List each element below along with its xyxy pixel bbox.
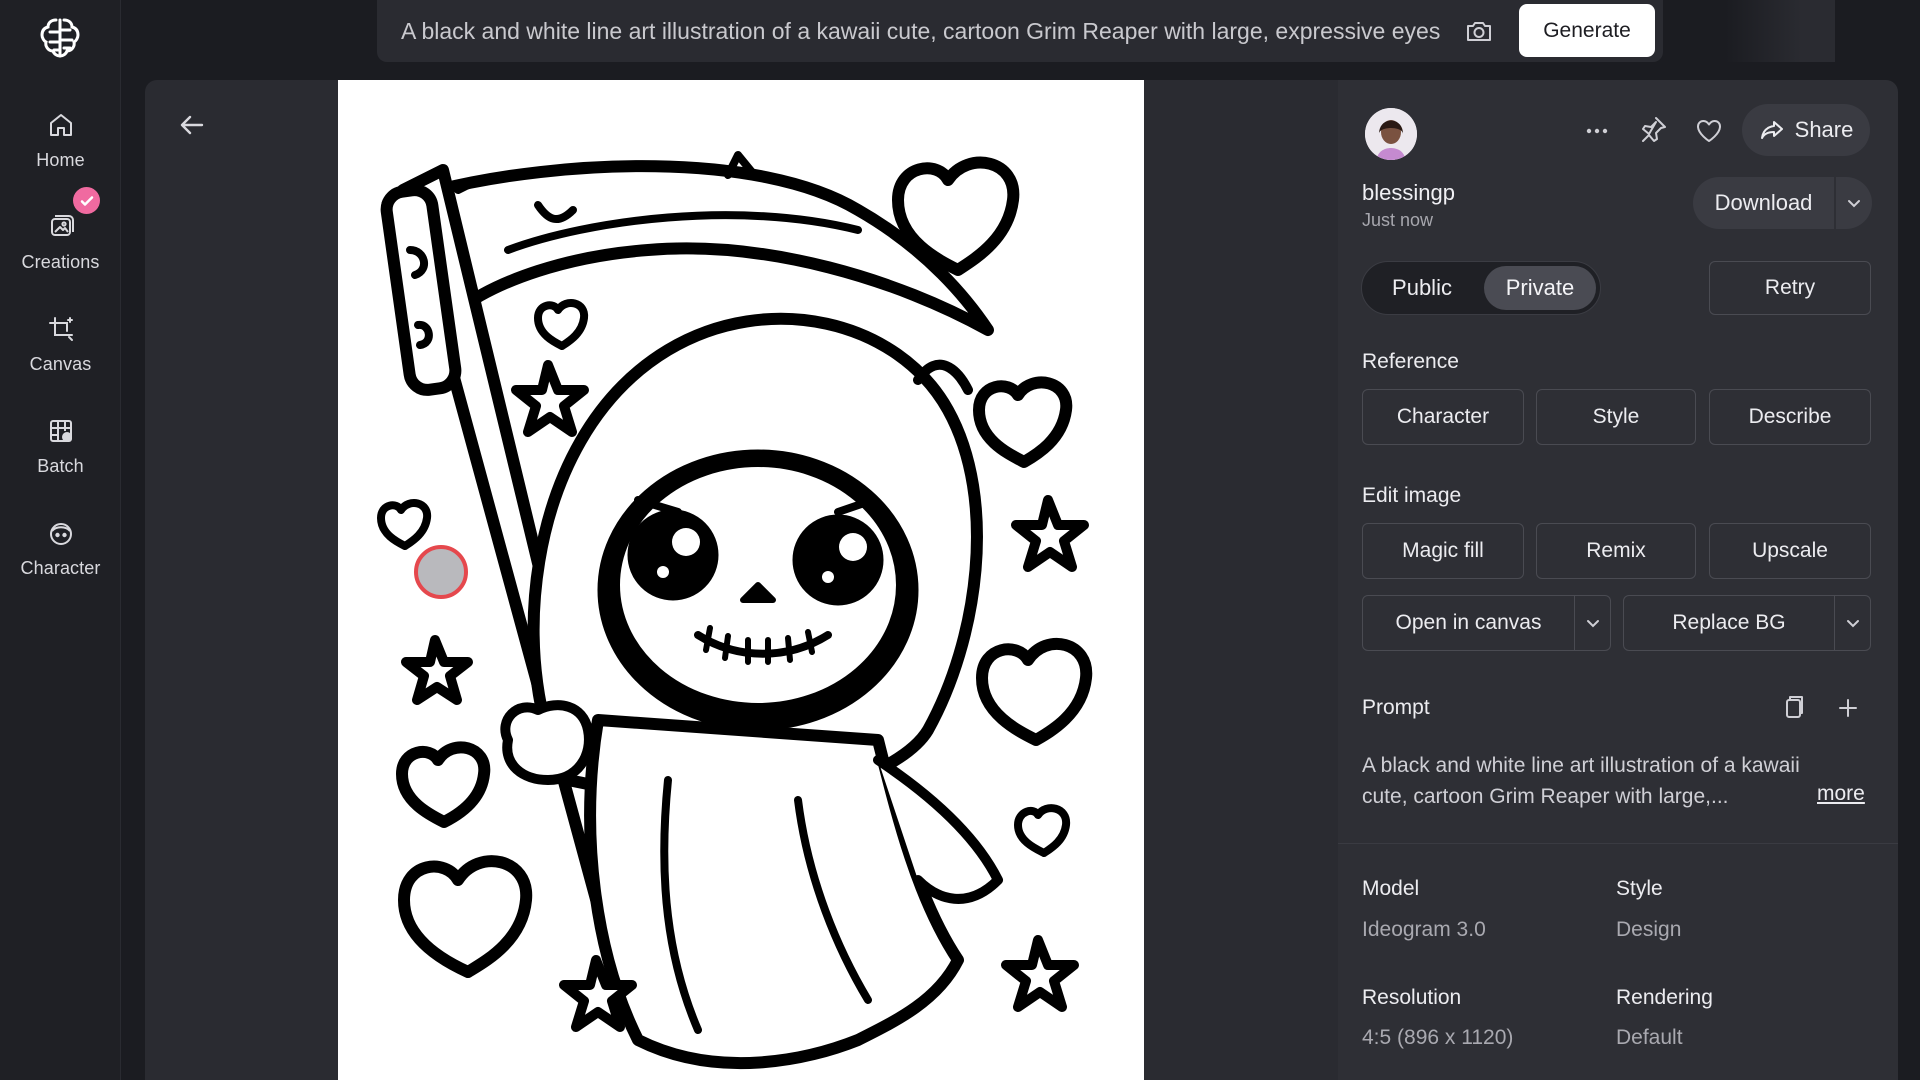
face-icon xyxy=(49,523,72,545)
user-avatar-image xyxy=(1365,108,1417,160)
prompt-section-title: Prompt xyxy=(1362,696,1430,719)
resolution-value: 4:5 (896 x 1120) xyxy=(1362,1026,1514,1049)
rendering-label: Rendering xyxy=(1616,986,1713,1009)
reference-character-button[interactable]: Character xyxy=(1362,389,1524,445)
avatar[interactable] xyxy=(1365,108,1417,160)
retry-button[interactable]: Retry xyxy=(1709,261,1871,315)
timestamp: Just now xyxy=(1362,210,1434,230)
camera-icon[interactable] xyxy=(1464,16,1494,46)
reference-section-title: Reference xyxy=(1362,350,1459,373)
pin-icon[interactable] xyxy=(1636,113,1670,147)
open-in-canvas-button[interactable]: Open in canvas xyxy=(1362,595,1575,651)
copy-icon[interactable] xyxy=(1776,691,1810,725)
sidebar-item-creations[interactable]: Creations xyxy=(0,206,121,292)
divider xyxy=(1338,843,1898,844)
visibility-toggle: Public Private xyxy=(1361,261,1601,315)
rendering-value: Default xyxy=(1616,1026,1683,1049)
prompt-more-link[interactable]: more xyxy=(1817,782,1865,806)
creations-badge xyxy=(73,187,100,214)
image-stack-icon xyxy=(50,215,74,236)
visibility-private-option[interactable]: Private xyxy=(1484,266,1596,310)
app-root: Home Creations Canvas Batch Character A … xyxy=(0,0,1920,1080)
visibility-public-option[interactable]: Public xyxy=(1368,266,1476,310)
download-button[interactable]: Download xyxy=(1693,177,1834,229)
reference-style-button[interactable]: Style xyxy=(1536,389,1696,445)
edit-image-section-title: Edit image xyxy=(1362,484,1462,507)
sidebar-item-label: Character xyxy=(20,558,101,578)
sidebar: Home Creations Canvas Batch Character xyxy=(0,0,121,1080)
prompt-fade xyxy=(1725,0,1835,62)
sidebar-item-label: Creations xyxy=(21,252,100,272)
remix-button[interactable]: Remix xyxy=(1536,523,1696,579)
sidebar-item-canvas[interactable]: Canvas xyxy=(0,308,121,394)
model-label: Model xyxy=(1362,877,1420,900)
cursor-indicator xyxy=(414,545,468,599)
more-options-icon[interactable] xyxy=(1580,114,1614,148)
reference-describe-button[interactable]: Describe xyxy=(1709,389,1871,445)
prompt-text: A black and white line art illustration … xyxy=(1362,754,1800,808)
plus-icon[interactable] xyxy=(1831,691,1865,725)
username[interactable]: blessingp xyxy=(1362,180,1455,206)
share-label: Share xyxy=(1794,117,1854,142)
brain-logo-icon[interactable] xyxy=(36,14,84,62)
sidebar-item-label: Canvas xyxy=(29,354,92,374)
style-value: Design xyxy=(1616,918,1682,941)
open-in-canvas-options-button[interactable] xyxy=(1575,595,1611,651)
chevron-down-icon xyxy=(1848,200,1860,208)
replace-bg-options-button[interactable] xyxy=(1835,595,1871,651)
sidebar-item-home[interactable]: Home xyxy=(0,104,121,190)
share-button[interactable]: Share xyxy=(1742,104,1870,156)
sidebar-item-label: Home xyxy=(36,150,85,170)
download-label: Download xyxy=(1714,190,1813,215)
sidebar-item-label: Batch xyxy=(37,456,84,476)
sidebar-item-batch[interactable]: Batch xyxy=(0,410,121,496)
generate-button[interactable]: Generate xyxy=(1519,4,1655,57)
heart-icon[interactable] xyxy=(1692,114,1726,148)
chevron-down-icon xyxy=(1846,620,1859,628)
chevron-down-icon xyxy=(1586,620,1599,628)
crop-canvas-icon xyxy=(48,317,73,341)
share-arrow-icon xyxy=(1760,121,1783,139)
style-label: Style xyxy=(1616,877,1663,900)
model-value: Ideogram 3.0 xyxy=(1362,918,1486,941)
magic-fill-button[interactable]: Magic fill xyxy=(1362,523,1524,579)
check-icon xyxy=(80,195,93,206)
sidebar-item-character[interactable]: Character xyxy=(0,512,121,598)
upscale-button[interactable]: Upscale xyxy=(1709,523,1871,579)
grid-image-icon xyxy=(49,420,72,442)
replace-bg-button[interactable]: Replace BG xyxy=(1623,595,1835,651)
home-icon xyxy=(49,114,72,136)
back-arrow-icon[interactable] xyxy=(177,110,207,140)
resolution-label: Resolution xyxy=(1362,986,1462,1009)
